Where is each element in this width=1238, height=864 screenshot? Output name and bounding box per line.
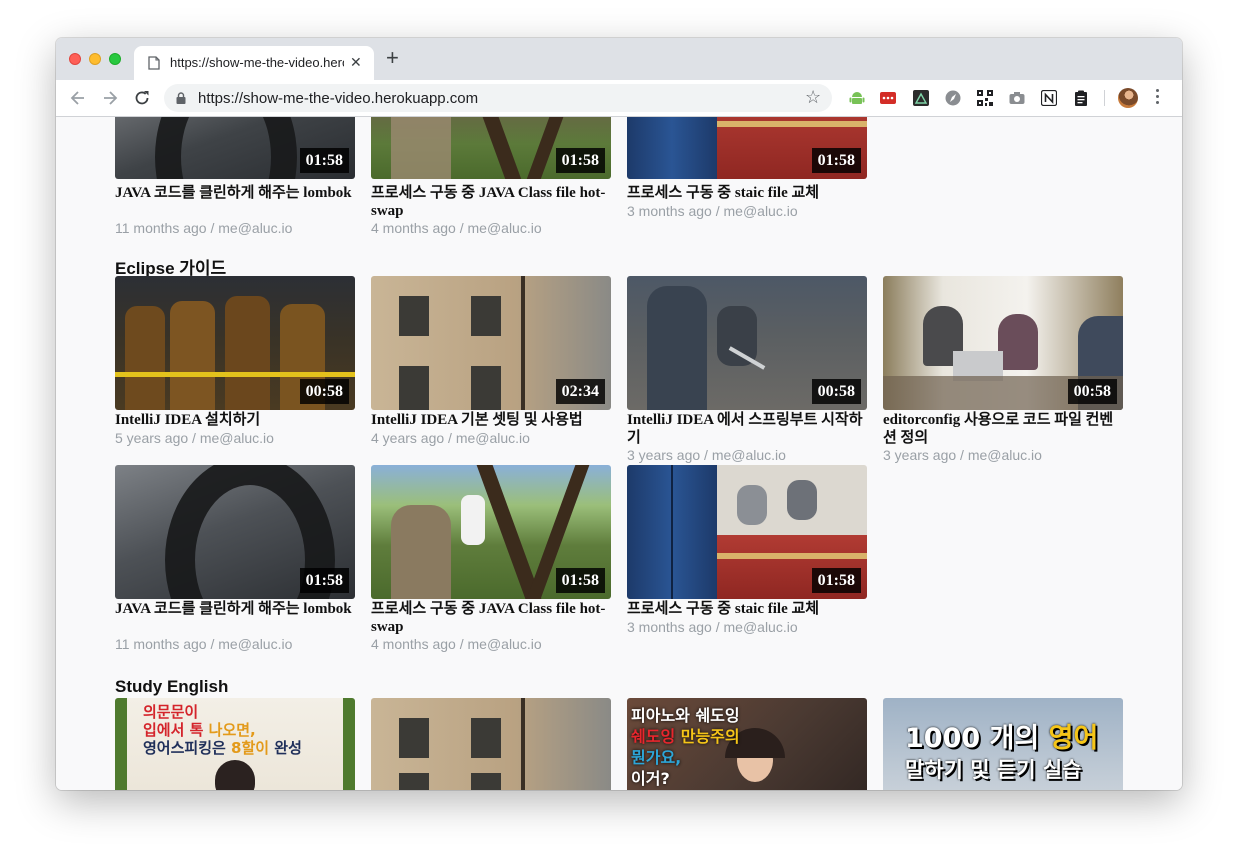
video-thumbnail[interactable]: 01:58 xyxy=(627,117,867,179)
thumbnail-text: 말하기 및 듣기 실습 xyxy=(905,758,1082,782)
video-thumbnail[interactable]: 00:58 xyxy=(115,276,355,410)
video-duration: 01:58 xyxy=(299,148,349,173)
video-title[interactable]: IntelliJ IDEA 설치하기 xyxy=(115,411,355,429)
video-thumbnail[interactable]: 1000 개의 영어 말하기 및 듣기 실습 xyxy=(883,698,1123,790)
toolbar-divider xyxy=(1104,90,1105,106)
thumbnail-text: 이거? xyxy=(631,769,670,788)
video-duration: 01:58 xyxy=(299,568,349,593)
video-title[interactable]: JAVA 코드를 클린하게 해주는 lombok xyxy=(115,184,355,202)
video-title[interactable]: editorconfig 사용으로 코드 파일 컨벤션 정의 xyxy=(883,411,1123,447)
video-duration: 00:58 xyxy=(299,379,349,404)
video-title[interactable]: 프로세스 구동 중 JAVA Class file hot-swap xyxy=(371,184,611,220)
thumbnail-text-line: 1000 개의 영어 xyxy=(905,716,1098,755)
video-meta: 5 years ago / me@aluc.io xyxy=(115,430,274,446)
reload-icon[interactable] xyxy=(132,88,152,108)
video-duration: 00:58 xyxy=(811,379,861,404)
forward-arrow-icon[interactable] xyxy=(100,88,120,108)
thumbnail-text: 8할이 xyxy=(231,739,275,757)
video-thumbnail[interactable] xyxy=(371,698,611,790)
video-meta: 3 months ago / me@aluc.io xyxy=(627,203,798,219)
browser-tab[interactable]: https://show-me-the-video.herokuapp.com … xyxy=(134,46,374,80)
video-duration: 01:58 xyxy=(555,148,605,173)
video-duration: 01:58 xyxy=(811,568,861,593)
video-thumbnail[interactable]: 01:58 xyxy=(371,117,611,179)
new-tab-button[interactable]: + xyxy=(386,47,399,69)
document-icon xyxy=(148,56,160,70)
section-title-english: Study English xyxy=(115,677,229,696)
video-title[interactable]: IntelliJ IDEA 에서 스프링부트 시작하기 xyxy=(627,411,867,447)
video-thumbnail[interactable]: 의문문이 입에서 톡 나오면, 영어스피킹은 8할이 완성 xyxy=(115,698,355,790)
video-thumbnail[interactable]: 00:58 xyxy=(627,276,867,410)
thumbnail-text: 1000 개의 xyxy=(905,723,1049,754)
video-duration: 02:34 xyxy=(555,379,605,404)
video-title[interactable]: 프로세스 구동 중 staic file 교체 xyxy=(627,600,867,618)
video-meta: 3 years ago / me@aluc.io xyxy=(627,447,786,463)
minimize-window-button[interactable] xyxy=(89,53,101,65)
compass-icon[interactable] xyxy=(945,90,961,106)
browser-toolbar: https://show-me-the-video.herokuapp.com … xyxy=(56,80,1182,117)
video-duration: 00:58 xyxy=(1067,379,1117,404)
browser-window: https://show-me-the-video.herokuapp.com … xyxy=(56,38,1182,790)
tab-title: https://show-me-the-video.herokuapp.com xyxy=(170,55,344,70)
kebab-menu-icon[interactable] xyxy=(1156,89,1160,107)
video-meta: 11 months ago / me@aluc.io xyxy=(115,636,293,652)
qr-code-icon[interactable] xyxy=(977,90,993,106)
camera-icon[interactable] xyxy=(1009,90,1025,106)
address-bar[interactable]: https://show-me-the-video.herokuapp.com … xyxy=(164,84,832,112)
video-meta: 11 months ago / me@aluc.io xyxy=(115,220,293,236)
page-content: 01:58 JAVA 코드를 클린하게 해주는 lombok 11 months… xyxy=(56,117,1182,790)
android-icon[interactable] xyxy=(849,90,865,106)
video-meta: 4 months ago / me@aluc.io xyxy=(371,220,542,236)
video-thumbnail[interactable]: 01:58 xyxy=(115,465,355,599)
video-title[interactable]: JAVA 코드를 클린하게 해주는 lombok xyxy=(115,600,355,618)
thumbnail-text: 만능주의 xyxy=(680,727,740,746)
notion-icon[interactable] xyxy=(1041,90,1057,106)
video-thumbnail[interactable]: 피아노와 쉐도잉 쉐도잉 만능주의 뭔가요, 이거? xyxy=(627,698,867,790)
video-thumbnail[interactable]: 00:58 xyxy=(883,276,1123,410)
video-meta: 4 months ago / me@aluc.io xyxy=(371,636,542,652)
video-meta: 4 years ago / me@aluc.io xyxy=(371,430,530,446)
video-thumbnail[interactable]: 01:58 xyxy=(627,465,867,599)
video-meta: 3 months ago / me@aluc.io xyxy=(627,619,798,635)
lock-icon xyxy=(176,92,186,104)
video-title[interactable]: 프로세스 구동 중 JAVA Class file hot-swap xyxy=(371,600,611,636)
lastpass-icon[interactable] xyxy=(880,90,896,106)
mountain-icon[interactable] xyxy=(913,90,929,106)
close-window-button[interactable] xyxy=(69,53,81,65)
thumbnail-text: 영어 xyxy=(1048,723,1099,754)
video-thumbnail[interactable]: 01:58 xyxy=(115,117,355,179)
clipboard-icon[interactable] xyxy=(1073,90,1089,106)
close-tab-icon[interactable]: ✕ xyxy=(350,54,362,71)
video-duration: 01:58 xyxy=(811,148,861,173)
thumbnail-text: 영어스피킹은 xyxy=(143,739,232,757)
video-duration: 01:58 xyxy=(555,568,605,593)
bookmark-star-icon[interactable]: ☆ xyxy=(805,87,821,108)
video-thumbnail[interactable]: 02:34 xyxy=(371,276,611,410)
thumbnail-text: 완성 xyxy=(274,739,302,757)
video-thumbnail[interactable]: 01:58 xyxy=(371,465,611,599)
tab-strip: https://show-me-the-video.herokuapp.com … xyxy=(56,38,1182,80)
back-arrow-icon[interactable] xyxy=(68,88,88,108)
video-meta: 3 years ago / me@aluc.io xyxy=(883,447,1042,463)
video-title[interactable]: IntelliJ IDEA 기본 셋팅 및 사용법 xyxy=(371,411,611,429)
zoom-window-button[interactable] xyxy=(109,53,121,65)
profile-avatar[interactable] xyxy=(1118,88,1138,108)
url-text: https://show-me-the-video.herokuapp.com xyxy=(198,90,479,107)
thumbnail-text-line: 영어스피킹은 8할이 완성 xyxy=(143,737,302,758)
video-title[interactable]: 프로세스 구동 중 staic file 교체 xyxy=(627,184,867,202)
